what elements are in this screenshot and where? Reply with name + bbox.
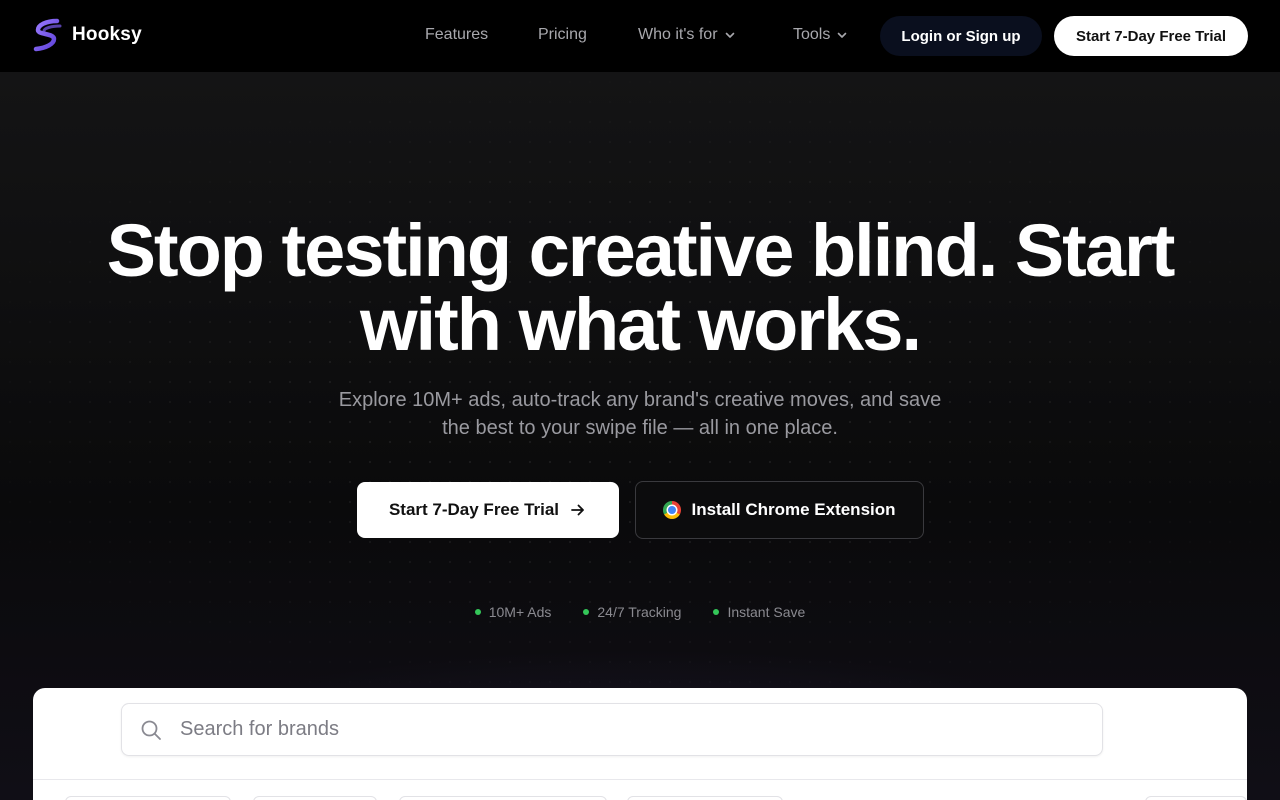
brand-logo-link[interactable]: Hooksy [32, 18, 142, 52]
nav-link-label: Pricing [538, 26, 587, 43]
brand-search-input[interactable] [180, 718, 980, 741]
chevron-down-icon [725, 32, 734, 38]
headline-line-2: with what works. [359, 283, 922, 366]
feature-label: Instant Save [727, 604, 806, 620]
start-trial-label: Start 7-Day Free Trial [388, 500, 560, 519]
nav-link-features[interactable]: Features [425, 26, 488, 44]
chevron-down-icon [838, 32, 847, 38]
arrow-right-icon [571, 504, 584, 516]
brand-search-box[interactable] [121, 703, 1103, 756]
nav-dropdown-who-its-for[interactable]: Who it's for [638, 26, 736, 44]
headline-line-1: Stop testing creative blind. Start [106, 209, 1176, 292]
feature-highlights: 10M+ Ads 24/7 Tracking Instant Save [0, 604, 1280, 620]
subtitle-line-2: the best to your swipe file — all in one… [442, 417, 838, 439]
status-dot-icon [474, 609, 481, 615]
subtitle-line-1: Explore 10M+ ads, auto-track any brand's… [338, 389, 942, 411]
top-navbar: Hooksy Features Pricing Who it's for Too… [0, 0, 1280, 72]
nav-dropdown-tools[interactable]: Tools [793, 26, 848, 44]
filter-chip[interactable] [65, 796, 231, 800]
feature-item: 10M+ Ads [474, 604, 552, 620]
install-extension-label: Install Chrome Extension [691, 500, 896, 519]
brand-name: Hooksy [72, 24, 142, 45]
hooksy-logo-icon [33, 18, 62, 52]
feature-item: 24/7 Tracking [583, 604, 681, 620]
filter-chip[interactable] [399, 796, 607, 800]
status-dot-icon [713, 609, 720, 615]
feature-label: 10M+ Ads [488, 604, 552, 620]
feature-item: Instant Save [713, 604, 805, 620]
search-icon [141, 720, 161, 740]
nav-link-pricing[interactable]: Pricing [538, 26, 587, 44]
product-preview-panel [33, 688, 1247, 800]
install-chrome-extension-button[interactable]: Install Chrome Extension [635, 481, 924, 539]
nav-link-label: Features [425, 26, 489, 43]
filter-chip[interactable] [1145, 796, 1247, 800]
hero-headline: Stop testing creative blind. Start with … [40, 214, 1240, 362]
login-signup-button[interactable]: Login or Sign up [880, 16, 1042, 56]
status-dot-icon [583, 609, 590, 615]
start-trial-button[interactable]: Start 7-Day Free Trial [357, 482, 619, 538]
nav-start-trial-button[interactable]: Start 7-Day Free Trial [1054, 16, 1248, 56]
filter-chip[interactable] [627, 796, 783, 800]
panel-divider [33, 779, 1247, 780]
hero-subtitle: Explore 10M+ ads, auto-track any brand's… [300, 386, 980, 442]
feature-label: 24/7 Tracking [597, 604, 682, 620]
chrome-icon [663, 501, 682, 519]
nav-link-label: Who it's for [638, 26, 718, 43]
nav-link-label: Tools [793, 26, 831, 43]
filter-chip[interactable] [253, 796, 377, 800]
